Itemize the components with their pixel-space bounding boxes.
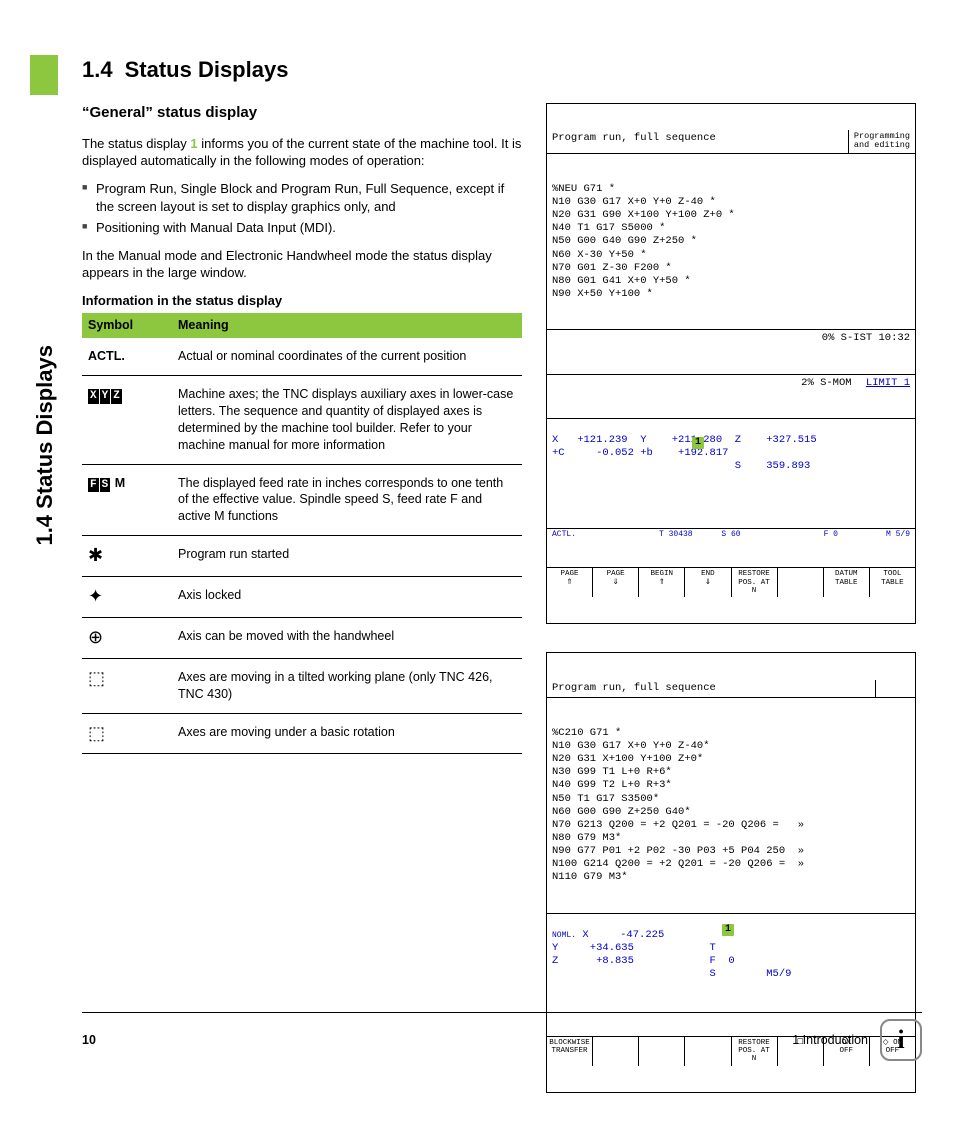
symbol-handwheel-icon: ⊕: [82, 617, 172, 658]
symbol-tilt-icon: ⬚: [82, 658, 172, 713]
tab-accent: [30, 55, 58, 95]
page-title: 1.4 Status Displays: [82, 55, 922, 85]
heading-text: Status Displays: [125, 57, 289, 82]
screen1-softkeys: PAGE ⇑ PAGE ⇓ BEGIN ⇑ END ⇓ RESTORE POS.…: [547, 567, 915, 597]
chapter-label: 1 Introduction: [792, 1032, 868, 1049]
table-row: ACTL. Actual or nominal coordinates of t…: [82, 338, 522, 375]
highlight-1: 1: [190, 136, 197, 151]
side-tab-label: 1.4 Status Displays: [30, 345, 60, 546]
symbol-star-icon: ✱: [82, 536, 172, 577]
table-row: ⬚ Axes are moving under a basic rotation: [82, 713, 522, 754]
screen1-small-status: ACTL. T 30438 S 60 F 0 M 5/9: [547, 528, 915, 541]
symbol-lock-icon: ✦: [82, 577, 172, 618]
meaning: Actual or nominal coordinates of the cur…: [172, 338, 522, 375]
intro-paragraph-2: In the Manual mode and Electronic Handwh…: [82, 247, 522, 282]
col-meaning: Meaning: [172, 313, 522, 338]
screen1-title: Program run, full sequence: [547, 130, 848, 153]
left-column: “General” status display The status disp…: [82, 103, 522, 1121]
col-symbol: Symbol: [82, 313, 172, 338]
screen2-side: [875, 680, 915, 697]
symbol-fsm: FS M: [82, 464, 172, 536]
screen1-status1: 0% S-IST 10:32: [822, 332, 910, 345]
softkey[interactable]: PAGE ⇑: [547, 568, 593, 597]
cnc-screen-1: Program run, full sequence Programming a…: [546, 103, 916, 625]
heading-number: 1.4: [82, 57, 113, 82]
page-footer: 10 1 Introduction i: [82, 1012, 922, 1061]
mode-list: Program Run, Single Block and Program Ru…: [82, 180, 522, 237]
table-row: ⊕ Axis can be moved with the handwheel: [82, 617, 522, 658]
screen1-status2a: 2% S-MOM: [801, 377, 858, 390]
table-row: XYZ Machine axes; the TNC displays auxil…: [82, 376, 522, 465]
callout-marker-1: 1: [692, 437, 704, 449]
meaning: Machine axes; the TNC displays auxiliary…: [172, 376, 522, 465]
screen2-code: %C210 G71 * N10 G30 G17 X+0 Y+0 Z-40* N2…: [547, 724, 915, 887]
symbol-xyz: XYZ: [82, 376, 172, 465]
softkey[interactable]: PAGE ⇓: [593, 568, 639, 597]
meaning: Program run started: [172, 536, 522, 577]
table-row: ⬚ Axes are moving in a tilted working pl…: [82, 658, 522, 713]
info-icon: i: [880, 1019, 922, 1061]
screen1-code: %NEU G71 * N10 G30 G17 X+0 Y+0 Z-40 * N2…: [547, 180, 915, 303]
table-row: ✦ Axis locked: [82, 577, 522, 618]
screen2-position: NOML. X -47.225 Y +34.635 T Z +8.835 F 0…: [547, 913, 915, 1010]
screen1-status2b: LIMIT 1: [866, 377, 910, 390]
meaning: Axis locked: [172, 577, 522, 618]
screen1-side-mode: Programming and editing: [848, 130, 915, 153]
meaning: Axes are moving under a basic rotation: [172, 713, 522, 754]
right-column: Program run, full sequence Programming a…: [546, 103, 916, 1121]
screen2-title: Program run, full sequence: [547, 680, 875, 697]
table-row: ✱ Program run started: [82, 536, 522, 577]
symbol-actl: ACTL.: [82, 338, 172, 375]
symbol-rotation-icon: ⬚: [82, 713, 172, 754]
meaning: Axes are moving in a tilted working plan…: [172, 658, 522, 713]
table-caption: Information in the status display: [82, 292, 522, 310]
side-tab: 1.4 Status Displays: [30, 55, 58, 95]
softkey[interactable]: BEGIN ⇑: [639, 568, 685, 597]
softkey[interactable]: DATUM TABLE: [824, 568, 870, 597]
list-item: Program Run, Single Block and Program Ru…: [82, 180, 522, 215]
status-table: Symbol Meaning ACTL. Actual or nominal c…: [82, 313, 522, 754]
intro-paragraph-1: The status display 1 informs you of the …: [82, 135, 522, 170]
softkey[interactable]: TOOL TABLE: [870, 568, 915, 597]
page-content: 1.4 Status Displays “General” status disp…: [82, 55, 922, 1121]
screen1-position: X +121.239 Y +211.280 Z +327.515 +C -0.0…: [547, 418, 915, 502]
softkey[interactable]: RESTORE POS. AT N: [732, 568, 778, 597]
softkey[interactable]: END ⇓: [685, 568, 731, 597]
meaning: The displayed feed rate in inches corres…: [172, 464, 522, 536]
page-number: 10: [82, 1032, 96, 1049]
table-row: FS M The displayed feed rate in inches c…: [82, 464, 522, 536]
subheading: “General” status display: [82, 103, 522, 123]
meaning: Axis can be moved with the handwheel: [172, 617, 522, 658]
callout-marker-1b: 1: [722, 924, 734, 936]
softkey[interactable]: [778, 568, 824, 597]
list-item: Positioning with Manual Data Input (MDI)…: [82, 219, 522, 237]
